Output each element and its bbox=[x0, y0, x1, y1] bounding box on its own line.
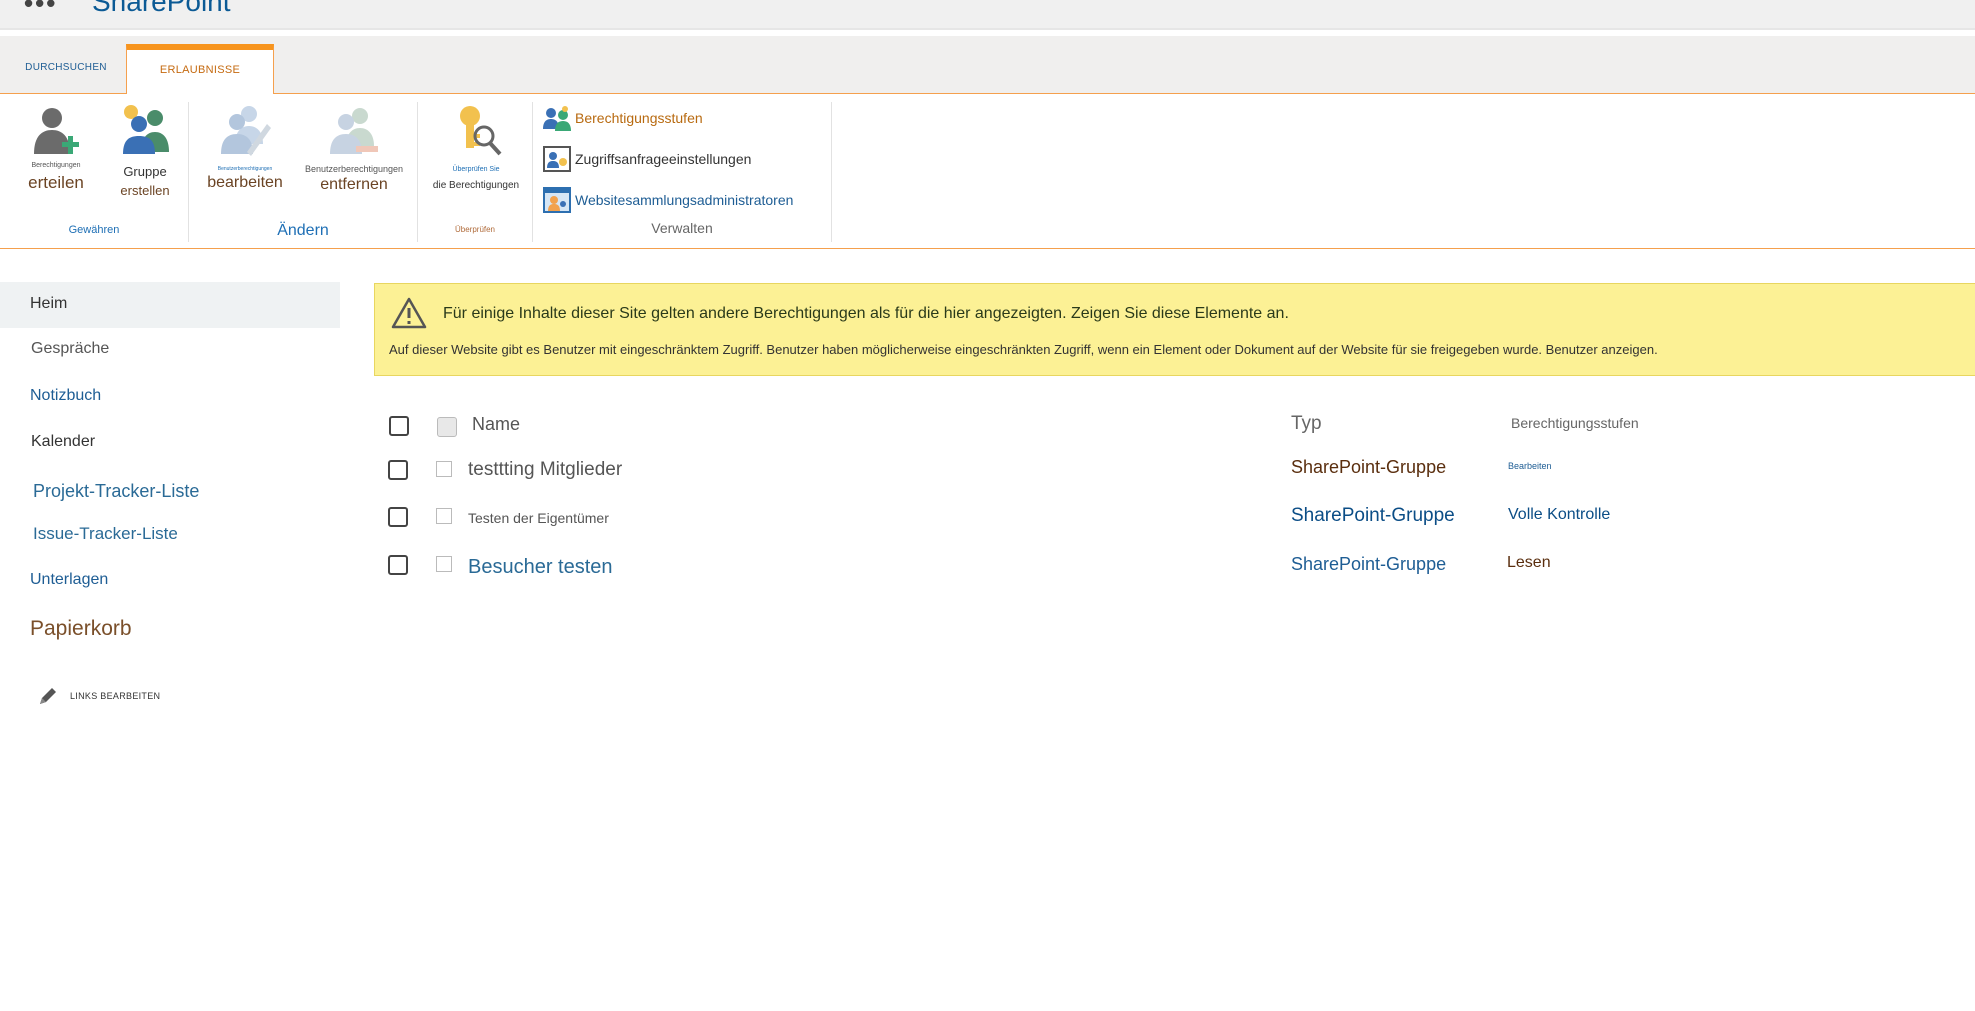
column-header-levels[interactable]: Berechtigungsstufen bbox=[1511, 415, 1639, 431]
nav-documents-label: Unterlagen bbox=[30, 571, 109, 588]
create-group-icon bbox=[123, 105, 169, 154]
column-header-name[interactable]: Name bbox=[472, 414, 520, 435]
row-type[interactable]: SharePoint-Gruppe bbox=[1291, 554, 1446, 575]
row-type[interactable]: SharePoint-Gruppe bbox=[1291, 505, 1455, 527]
create-group-line1: Gruppe bbox=[123, 164, 167, 179]
edit-permissions-label: bearbeiten bbox=[207, 174, 283, 191]
permission-levels-icon bbox=[543, 106, 571, 131]
permission-levels-label: Berechtigungsstufen bbox=[575, 110, 703, 126]
tab-browse[interactable]: DURCHSUCHEN bbox=[16, 44, 116, 95]
select-all-items-toggle[interactable] bbox=[437, 417, 457, 437]
edit-links-label: LINKS BEARBEITEN bbox=[70, 691, 161, 701]
access-request-icon bbox=[543, 146, 571, 172]
row-checkbox[interactable] bbox=[388, 507, 408, 527]
check-permissions-button[interactable]: Überprüfen Sie die Berechtigungen bbox=[424, 102, 528, 191]
nav-item-issue-tracker[interactable]: Issue-Tracker-Liste bbox=[0, 516, 340, 556]
group-label-check: Überprüfen bbox=[454, 225, 496, 234]
row-level[interactable]: Volle Kontrolle bbox=[1508, 506, 1610, 524]
nav-item-conversations[interactable]: Gespräche bbox=[0, 332, 340, 372]
nav-calendar-label: Kalender bbox=[31, 433, 96, 450]
ribbon-group-check: Überprüfen Sie die Berechtigungen Überpr… bbox=[418, 102, 533, 242]
nav-project-tracker-label: Projekt-Tracker-Liste bbox=[33, 481, 200, 501]
nav-notebook-label: Notizbuch bbox=[30, 387, 102, 404]
brand-title[interactable]: SharePoint bbox=[92, 0, 231, 18]
banner-title[interactable]: Für einige Inhalte dieser Site gelten an… bbox=[443, 305, 1289, 323]
ribbon: Berechtigungen erteilen Gruppe erstellen… bbox=[0, 94, 1975, 249]
grant-caption: Berechtigungen bbox=[31, 162, 81, 169]
grant-label: erteilen bbox=[28, 173, 84, 192]
pencil-icon bbox=[40, 688, 56, 704]
nav-item-documents[interactable]: Unterlagen bbox=[0, 562, 340, 602]
ribbon-group-manage: Berechtigungsstufen Zugriffsanfrageeinst… bbox=[533, 102, 832, 242]
banner-text[interactable]: Auf dieser Website gibt es Benutzer mit … bbox=[389, 342, 1658, 357]
nav-recycle-bin-label: Papierkorb bbox=[30, 617, 132, 640]
create-group-line2: erstellen bbox=[120, 183, 170, 198]
grant-permissions-button[interactable]: Berechtigungen erteilen bbox=[20, 102, 92, 193]
nav-home-label: Heim bbox=[30, 295, 68, 312]
remove-permissions-caption: Benutzerberechtigungen bbox=[304, 164, 404, 174]
ribbon-group-modify: Benutzerberechtigungen bearbeiten Benutz… bbox=[189, 102, 418, 242]
create-group-button[interactable]: Gruppe erstellen bbox=[110, 102, 180, 198]
row-level[interactable]: Lesen bbox=[1507, 554, 1551, 572]
remove-permissions-icon bbox=[330, 108, 378, 154]
group-label-manage: Verwalten bbox=[651, 220, 713, 236]
nav-item-notebook[interactable]: Notizbuch bbox=[0, 378, 340, 418]
row-checkbox[interactable] bbox=[388, 555, 408, 575]
row-name[interactable]: Testen der Eigentümer bbox=[468, 510, 609, 526]
check-permissions-label: die Berechtigungen bbox=[432, 180, 520, 191]
edit-links-button[interactable]: LINKS BEARBEITEN bbox=[0, 682, 340, 712]
row-checkbox[interactable] bbox=[388, 460, 408, 480]
site-admins-icon bbox=[543, 187, 571, 213]
access-request-label: Zugriffsanfrageeinstellungen bbox=[575, 151, 752, 167]
check-permissions-caption: Überprüfen Sie bbox=[452, 166, 500, 173]
nav-item-calendar[interactable]: Kalender bbox=[0, 424, 340, 464]
group-label-grant: Gewähren bbox=[68, 224, 120, 236]
row-name[interactable]: Besucher testen bbox=[468, 556, 613, 579]
row-select-box[interactable] bbox=[436, 508, 452, 524]
remove-permissions-label: entfernen bbox=[320, 176, 388, 193]
app-launcher-icon[interactable]: ••• bbox=[24, 0, 57, 19]
suite-bar: ••• SharePoint bbox=[0, 0, 1975, 30]
nav-item-project-tracker[interactable]: Projekt-Tracker-Liste bbox=[0, 472, 340, 514]
warning-banner: Für einige Inhalte dieser Site gelten an… bbox=[374, 283, 1975, 376]
nav-item-recycle-bin[interactable]: Papierkorb bbox=[0, 610, 340, 654]
row-type[interactable]: SharePoint-Gruppe bbox=[1291, 457, 1446, 478]
access-request-settings-button[interactable]: Zugriffsanfrageeinstellungen bbox=[543, 145, 751, 173]
site-admins-label: Websitesammlungsadministratoren bbox=[575, 192, 794, 208]
select-all-checkbox[interactable] bbox=[389, 416, 409, 436]
nav-conversations-label: Gespräche bbox=[31, 340, 110, 357]
key-magnifier-icon bbox=[460, 106, 502, 156]
row-name[interactable]: testtting Mitglieder bbox=[468, 459, 622, 481]
column-header-type[interactable]: Typ bbox=[1291, 413, 1322, 435]
ribbon-tabs: DURCHSUCHEN ERLAUBNISSE bbox=[0, 36, 1975, 95]
warning-icon bbox=[391, 297, 427, 329]
tab-permissions[interactable]: ERLAUBNISSE bbox=[126, 44, 274, 95]
remove-user-permissions-button[interactable]: Benutzerberechtigungen entfernen bbox=[301, 102, 407, 194]
row-select-box[interactable] bbox=[436, 556, 452, 572]
ribbon-group-grant: Berechtigungen erteilen Gruppe erstellen… bbox=[0, 102, 189, 242]
nav-item-home[interactable]: Heim bbox=[0, 282, 340, 328]
edit-permissions-icon bbox=[221, 106, 271, 156]
row-level[interactable]: Bearbeiten bbox=[1508, 461, 1552, 471]
grant-permissions-icon bbox=[34, 108, 79, 154]
row-select-box[interactable] bbox=[436, 461, 452, 477]
edit-user-permissions-button[interactable]: Benutzerberechtigungen bearbeiten bbox=[203, 102, 287, 192]
permission-levels-button[interactable]: Berechtigungsstufen bbox=[543, 104, 703, 132]
nav-issue-tracker-label: Issue-Tracker-Liste bbox=[33, 524, 178, 543]
group-label-modify: Ändern bbox=[277, 222, 329, 239]
edit-permissions-caption: Benutzerberechtigungen bbox=[217, 166, 273, 172]
site-collection-admins-button[interactable]: Websitesammlungsadministratoren bbox=[543, 186, 793, 214]
